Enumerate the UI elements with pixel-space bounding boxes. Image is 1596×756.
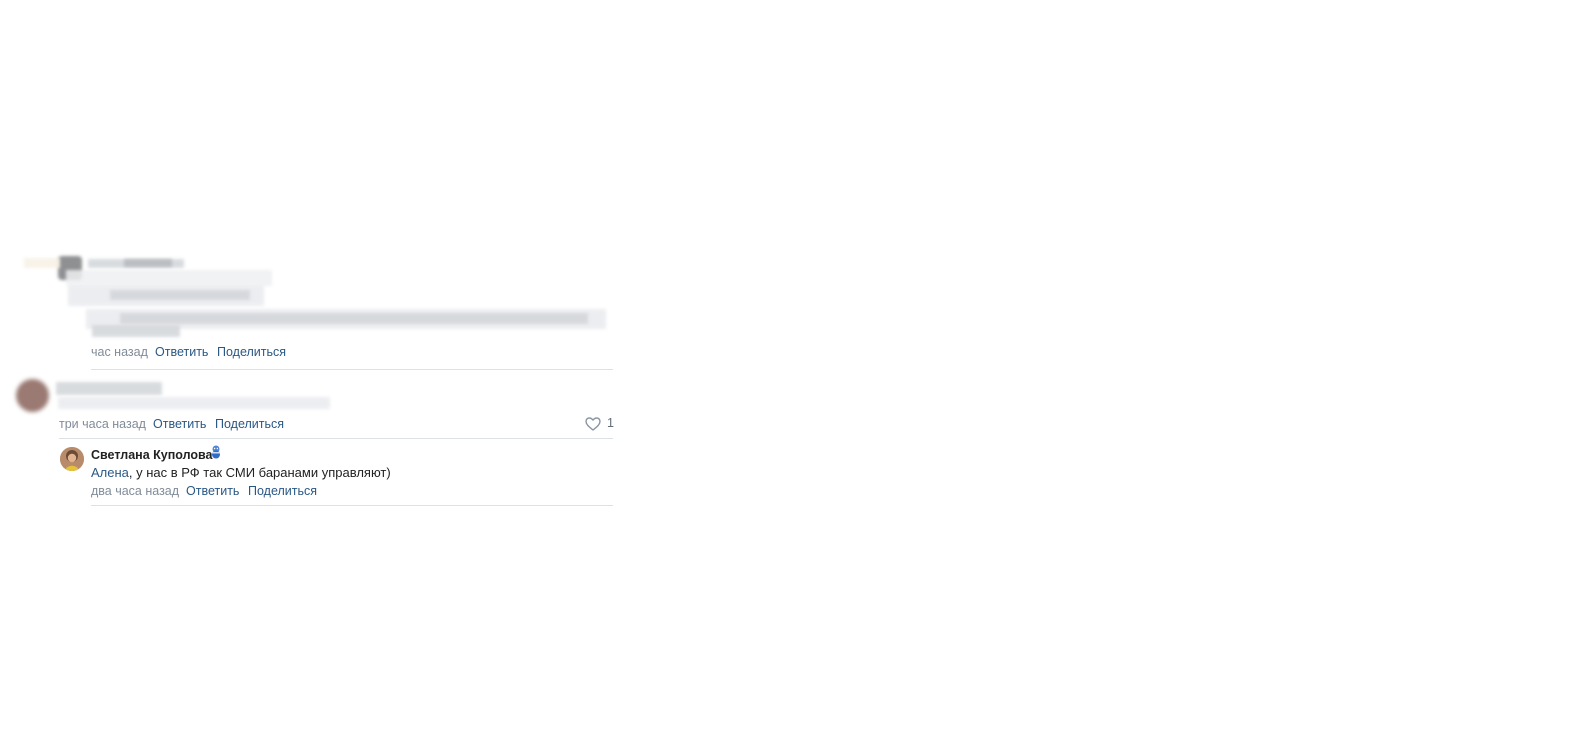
reply-share-button[interactable]: Поделиться [248, 484, 317, 499]
comment-1-text-obscured-6 [92, 325, 180, 337]
comment-1-author-obscured-2 [124, 259, 172, 267]
reply-author-avatar[interactable] [60, 447, 84, 471]
reply-divider [91, 505, 613, 506]
comment-2-timestamp[interactable]: три часа назад [59, 417, 146, 432]
comment-2-avatar-obscured[interactable] [16, 379, 49, 412]
avatar-photo-icon [60, 447, 84, 471]
reply-author-name[interactable]: Светлана Куполова [91, 448, 213, 463]
reply-timestamp[interactable]: два часа назад [91, 484, 179, 499]
comment-2-author-obscured[interactable] [56, 382, 162, 395]
snowman-emoji-icon [212, 445, 220, 459]
reply-text-body: , у нас в РФ так СМИ баранами управляют) [128, 465, 391, 480]
comment-1-text-obscured-3 [110, 290, 250, 300]
reply-mention-link[interactable]: Алена [91, 465, 129, 480]
comment-1-divider [91, 369, 613, 370]
heart-outline-icon [585, 416, 601, 431]
reply-reply-button[interactable]: Ответить [186, 484, 239, 499]
comment-2-share-button[interactable]: Поделиться [215, 417, 284, 432]
comment-1-share-button[interactable]: Поделиться [217, 345, 286, 360]
comment-1-text-obscured-1 [66, 270, 272, 286]
comment-1-avatar-halo-obscured [24, 258, 60, 268]
comment-1-timestamp[interactable]: час назад [91, 345, 148, 360]
comment-2-like-count: 1 [607, 416, 614, 430]
comment-2-divider [59, 438, 613, 439]
reply-text: Алена, у нас в РФ так СМИ баранами управ… [91, 465, 391, 481]
comment-2-reply-button[interactable]: Ответить [153, 417, 206, 432]
comment-2-text-obscured [58, 397, 330, 409]
comment-2-like-button[interactable]: 1 [585, 416, 614, 431]
comment-1-reply-button[interactable]: Ответить [155, 345, 208, 360]
comment-1-text-obscured-5 [120, 313, 588, 324]
